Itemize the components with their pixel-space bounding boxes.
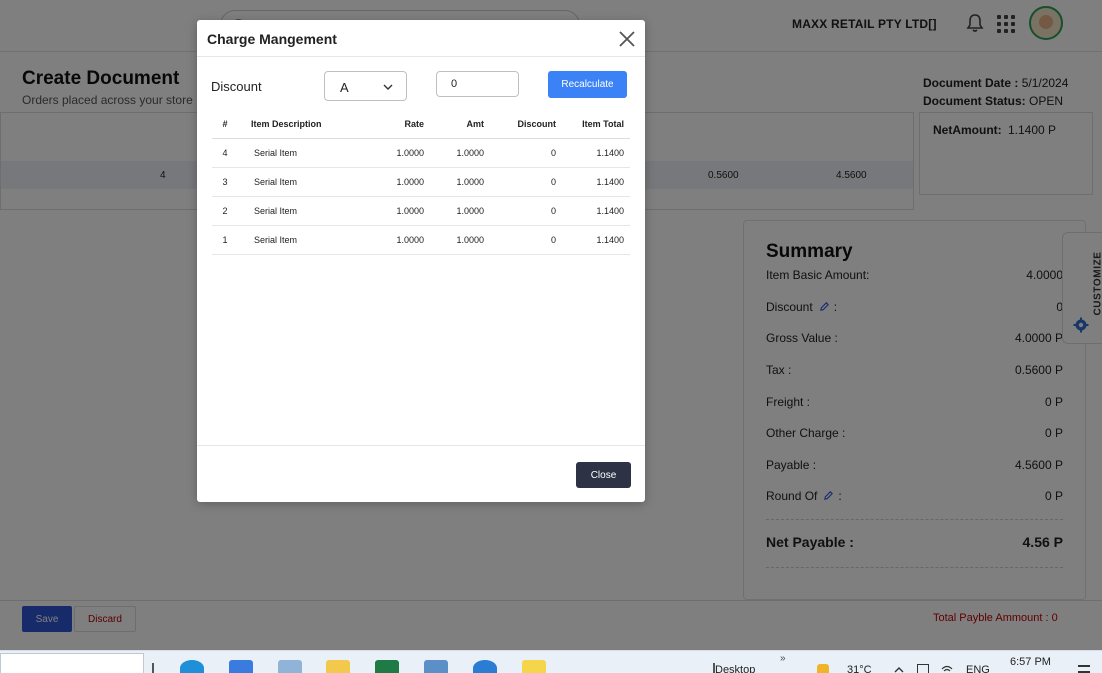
cell-amount: 1.0000: [424, 225, 484, 255]
excel-icon[interactable]: [375, 660, 399, 673]
chevron-up-icon[interactable]: [893, 664, 905, 673]
cell-number: 2: [212, 196, 238, 226]
cell-amount: 1.0000: [424, 167, 484, 197]
taskbar-separator: [152, 663, 154, 673]
mail-icon[interactable]: [473, 660, 497, 673]
cell-description: Serial Item: [238, 138, 332, 168]
items-table: # Item Description Rate Amt Discount Ite…: [212, 111, 630, 255]
app-grid-icon[interactable]: [424, 660, 448, 673]
battery-icon[interactable]: [917, 664, 929, 673]
charge-management-dialog: Charge Mangement Discount A Recalculate …: [197, 20, 645, 502]
table-header-row: # Item Description Rate Amt Discount Ite…: [212, 111, 630, 139]
cell-rate: 1.0000: [332, 138, 424, 168]
discount-type-value: A: [340, 80, 349, 95]
edge-icon[interactable]: [180, 660, 204, 673]
discount-value-input[interactable]: [436, 71, 519, 97]
cell-item-total: 1.1400: [556, 225, 630, 255]
close-icon[interactable]: [617, 29, 637, 49]
clock-time[interactable]: 6:57 PM: [1010, 656, 1051, 668]
desktop-toolbar-label[interactable]: Desktop: [715, 664, 755, 673]
dialog-title: Charge Mangement: [207, 31, 337, 47]
cell-number: 3: [212, 167, 238, 197]
cell-description: Serial Item: [238, 167, 332, 197]
discount-type-select[interactable]: A: [324, 71, 407, 101]
wifi-icon[interactable]: [941, 664, 953, 673]
taskbar: Desktop » 31°C ENG 6:57 PM: [0, 650, 1102, 673]
cell-discount: 0: [484, 225, 556, 255]
taskbar-search[interactable]: [0, 653, 144, 673]
dialog-header: Charge Mangement: [197, 20, 645, 57]
app-blue-icon[interactable]: [229, 660, 253, 673]
table-row[interactable]: 1 Serial Item 1.0000 1.0000 0 1.1400: [212, 225, 630, 255]
cell-amount: 1.0000: [424, 138, 484, 168]
sticky-notes-icon[interactable]: [522, 660, 546, 673]
cell-item-total: 1.1400: [556, 138, 630, 168]
cell-item-total: 1.1400: [556, 167, 630, 197]
chevron-down-icon: [383, 84, 393, 90]
column-header: Amt: [424, 111, 484, 139]
discount-label: Discount: [211, 79, 262, 94]
cell-amount: 1.0000: [424, 196, 484, 226]
weather-icon[interactable]: [817, 664, 829, 673]
column-header: Discount: [484, 111, 556, 139]
weather-temperature[interactable]: 31°C: [847, 664, 872, 673]
close-button[interactable]: Close: [576, 462, 631, 488]
notepad-icon[interactable]: [278, 660, 302, 673]
file-explorer-icon[interactable]: [326, 660, 350, 673]
table-row[interactable]: 4 Serial Item 1.0000 1.0000 0 1.1400: [212, 138, 630, 168]
notification-center-icon[interactable]: [1078, 665, 1090, 673]
table-row[interactable]: 2 Serial Item 1.0000 1.0000 0 1.1400: [212, 196, 630, 226]
cell-discount: 0: [484, 167, 556, 197]
cell-number: 4: [212, 138, 238, 168]
cell-discount: 0: [484, 196, 556, 226]
dialog-footer: Close: [197, 445, 645, 502]
cell-rate: 1.0000: [332, 225, 424, 255]
column-header: Item Description: [238, 111, 332, 139]
cell-description: Serial Item: [238, 196, 332, 226]
language-indicator[interactable]: ENG: [966, 664, 990, 673]
cell-description: Serial Item: [238, 225, 332, 255]
cell-rate: 1.0000: [332, 167, 424, 197]
column-header: #: [212, 111, 238, 139]
cell-discount: 0: [484, 138, 556, 168]
column-header: Rate: [332, 111, 424, 139]
cell-number: 1: [212, 225, 238, 255]
column-header: Item Total: [556, 111, 630, 139]
toolbar-chevron[interactable]: »: [780, 653, 786, 664]
cell-rate: 1.0000: [332, 196, 424, 226]
table-row[interactable]: 3 Serial Item 1.0000 1.0000 0 1.1400: [212, 167, 630, 197]
recalculate-button[interactable]: Recalculate: [548, 71, 627, 98]
cell-item-total: 1.1400: [556, 196, 630, 226]
